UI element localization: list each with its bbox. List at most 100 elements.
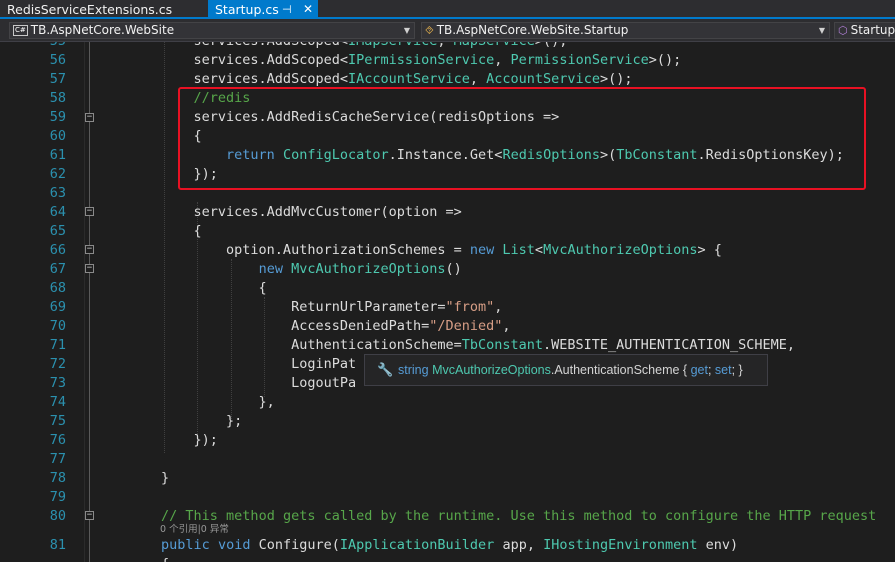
code-token: () — [445, 261, 462, 277]
tooltip-brace-close: ; } — [731, 363, 743, 377]
code-token: .WEBSITE_AUTHENTICATION_SCHEME, — [543, 337, 795, 353]
code-line[interactable]: new MvcAuthorizeOptions() — [96, 260, 462, 279]
code-line[interactable]: services.AddScoped<IPermissionService, P… — [96, 51, 682, 70]
code-token: AuthenticationScheme= — [96, 337, 462, 353]
code-line[interactable]: { — [96, 222, 202, 241]
chevron-down-icon: ▼ — [818, 26, 825, 35]
code-token: "from" — [445, 299, 495, 315]
code-token: app, — [494, 537, 544, 553]
collapse-icon[interactable]: − — [85, 511, 94, 520]
line-number: 67 — [49, 261, 66, 277]
code-line[interactable]: } — [96, 469, 169, 488]
wrench-icon: 🔧 — [377, 362, 394, 377]
code-line[interactable]: }); — [96, 431, 218, 450]
code-line[interactable]: option.AuthorizationSchemes = new List<M… — [96, 241, 722, 260]
code-token: }, — [96, 394, 275, 410]
project-dropdown[interactable]: C# TB.AspNetCore.WebSite ▼ — [9, 22, 415, 39]
line-number: 58 — [49, 90, 66, 106]
code-token: List — [502, 242, 535, 258]
line-number: 70 — [49, 318, 66, 334]
close-icon[interactable]: ✕ — [303, 0, 313, 19]
code-token: }; — [96, 413, 243, 429]
code-token: IMapService — [348, 42, 437, 49]
code-line[interactable]: }, — [96, 393, 275, 412]
code-token: }); — [96, 432, 218, 448]
code-token: >(); — [535, 42, 568, 49]
code-token: services.AddMvcCustomer(option => — [96, 204, 462, 220]
tooltip-get: get — [690, 363, 708, 377]
line-number: 59 — [49, 109, 66, 125]
chevron-down-icon: ▼ — [403, 26, 410, 35]
tab-startup[interactable]: Startup.cs ⊣ ✕ — [208, 0, 318, 19]
tab-redis-service-extensions[interactable]: RedisServiceExtensions.cs — [0, 0, 208, 19]
code-line[interactable]: ReturnUrlParameter="from", — [96, 298, 502, 317]
code-line[interactable]: services.AddMvcCustomer(option => — [96, 203, 462, 222]
line-number: 77 — [49, 451, 66, 467]
pin-icon[interactable]: ⊣ — [282, 0, 292, 19]
line-number: 61 — [49, 147, 66, 163]
code-line[interactable]: AccessDeniedPath="/Denied", — [96, 317, 510, 336]
member-dropdown[interactable]: ⬡ Startup — [834, 22, 895, 39]
code-token: void — [217, 537, 251, 553]
code-token: { — [96, 280, 267, 296]
line-number: 68 — [49, 280, 66, 296]
member-name: Startup — [850, 23, 895, 37]
code-token: MapService — [454, 42, 535, 49]
code-token: "/Denied" — [429, 318, 503, 334]
code-line[interactable]: { — [96, 279, 267, 298]
collapse-icon[interactable]: − — [85, 207, 94, 216]
code-token: IHostingEnvironment — [543, 537, 698, 553]
code-line[interactable]: { — [96, 555, 169, 562]
line-number: 75 — [49, 413, 66, 429]
code-token: AccessDeniedPath= — [96, 318, 430, 334]
collapse-icon[interactable]: − — [85, 264, 94, 273]
document-tab-bar: RedisServiceExtensions.cs Startup.cs ⊣ ✕ — [0, 0, 895, 19]
class-icon: ⯑ — [425, 24, 434, 37]
tooltip-semicolon: ; — [707, 363, 715, 377]
code-token: TbConstant — [461, 337, 544, 353]
code-token: new — [258, 261, 283, 277]
tab-label: RedisServiceExtensions.cs — [7, 2, 173, 17]
line-number: 74 — [49, 394, 66, 410]
codelens-references[interactable]: 0 个引用|0 异常 — [160, 524, 229, 536]
line-number: 81 — [49, 537, 66, 553]
line-number: 71 — [49, 337, 66, 353]
code-line[interactable]: services.AddScoped<IMapService, MapServi… — [96, 42, 568, 51]
collapse-icon[interactable]: − — [85, 245, 94, 254]
class-dropdown[interactable]: ⯑ TB.AspNetCore.WebSite.Startup ▼ — [421, 22, 830, 39]
code-token: new — [469, 242, 495, 258]
code-token: >(); — [599, 71, 633, 87]
tooltip-member: .AuthenticationScheme — [550, 363, 680, 377]
line-number: 72 — [49, 356, 66, 372]
collapse-icon[interactable]: − — [85, 113, 94, 122]
code-line[interactable]: }; — [96, 412, 242, 431]
line-number: 73 — [49, 375, 66, 391]
code-line[interactable]: LogoutPa — [96, 374, 356, 393]
code-token: option.AuthorizationSchemes = — [96, 242, 470, 258]
tab-label: Startup.cs — [215, 2, 279, 17]
code-token: env) — [697, 537, 739, 553]
line-number: 64 — [49, 204, 66, 220]
line-number: 66 — [49, 242, 66, 258]
code-token: LogoutPa — [96, 375, 357, 391]
code-line[interactable]: AuthenticationScheme=TbConstant.WEBSITE_… — [96, 336, 795, 355]
code-line[interactable]: public void Configure(IApplicationBuilde… — [96, 536, 738, 555]
code-token: IPermissionService — [347, 52, 495, 68]
line-number: 56 — [49, 52, 66, 68]
code-line[interactable]: LoginPat — [96, 355, 356, 374]
code-token: IApplicationBuilder — [339, 537, 495, 553]
code-token: , — [469, 71, 487, 87]
code-editor[interactable]: − − − − − 55 56 57 58 59 60 61 62 63 64 … — [0, 42, 895, 562]
tooltip-set: set — [714, 363, 732, 377]
line-number: 57 — [49, 71, 66, 87]
code-token: MvcAuthorizeOptions — [291, 261, 446, 277]
code-token: IAccountService — [347, 71, 470, 87]
code-token: >(); — [648, 52, 682, 68]
code-token: } — [96, 470, 170, 486]
tooltip-signature: string MvcAuthorizeOptions.Authenticatio… — [398, 355, 743, 385]
code-token: , — [494, 299, 503, 315]
code-token: MvcAuthorizeOptions — [543, 242, 698, 258]
line-number: 65 — [49, 223, 66, 239]
